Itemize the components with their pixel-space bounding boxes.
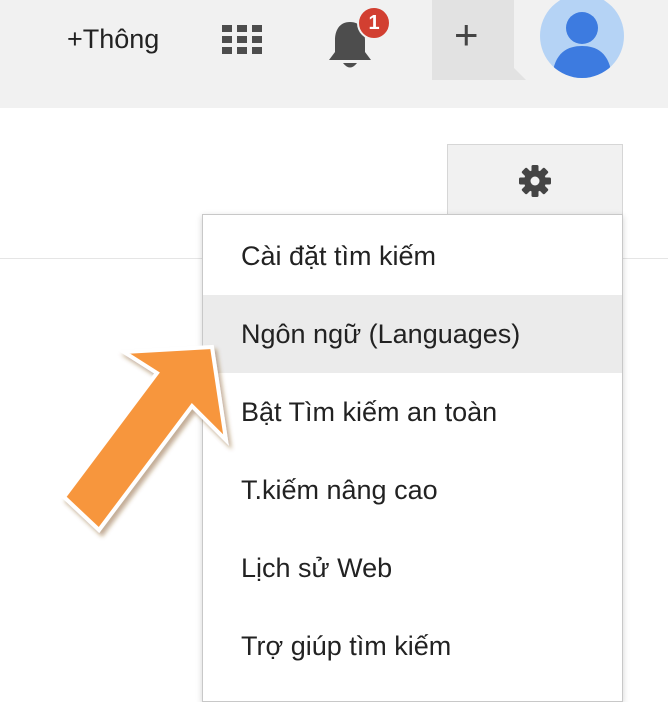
gear-icon (519, 165, 551, 197)
apps-dot (222, 25, 232, 32)
notification-badge: 1 (357, 6, 391, 40)
plus-icon: + (454, 11, 479, 58)
menu-item-search-settings[interactable]: Cài đặt tìm kiếm (203, 217, 622, 295)
page: +Thông 1 + Cài đặt tìm kiếm Ngôn ngữ (La… (0, 0, 668, 702)
settings-button[interactable] (447, 144, 623, 216)
google-plus-link[interactable]: +Thông (67, 22, 159, 56)
settings-dropdown-menu: Cài đặt tìm kiếm Ngôn ngữ (Languages) Bậ… (202, 214, 623, 702)
menu-item-search-help[interactable]: Trợ giúp tìm kiếm (203, 607, 622, 685)
apps-dot (237, 47, 247, 54)
notifications-button[interactable]: 1 (325, 6, 395, 68)
apps-dot (252, 36, 262, 43)
apps-dot (222, 36, 232, 43)
apps-dot (252, 25, 262, 32)
share-box-notch (514, 68, 526, 80)
apps-dot (237, 25, 247, 32)
avatar-icon (552, 12, 612, 78)
apps-dot (222, 47, 232, 54)
apps-dot (252, 47, 262, 54)
apps-grid-icon[interactable] (222, 25, 262, 54)
apps-dot (237, 36, 247, 43)
top-bar: +Thông 1 + (0, 0, 668, 108)
menu-item-web-history[interactable]: Lịch sử Web (203, 529, 622, 607)
share-button[interactable]: + (432, 0, 526, 80)
account-avatar[interactable] (540, 0, 624, 78)
menu-item-languages[interactable]: Ngôn ngữ (Languages) (203, 295, 622, 373)
menu-item-safesearch[interactable]: Bật Tìm kiếm an toàn (203, 373, 622, 451)
menu-item-advanced-search[interactable]: T.kiếm nâng cao (203, 451, 622, 529)
